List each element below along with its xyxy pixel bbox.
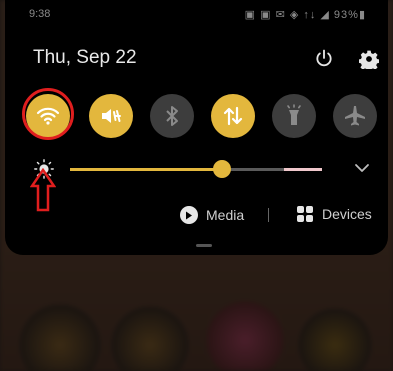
flashlight-icon xyxy=(287,104,301,125)
airplane-icon xyxy=(345,106,365,126)
tile-bluetooth[interactable] xyxy=(150,94,194,138)
brightness-slider-fill xyxy=(70,168,222,171)
media-button[interactable]: Media xyxy=(180,206,244,224)
devices-button[interactable]: Devices xyxy=(297,206,372,222)
brightness-slider-track[interactable] xyxy=(222,168,284,171)
tile-airplane[interactable] xyxy=(333,94,377,138)
play-icon xyxy=(180,206,198,224)
power-icon[interactable] xyxy=(314,48,334,68)
tile-flashlight[interactable] xyxy=(272,94,316,138)
devices-label: Devices xyxy=(322,206,372,222)
tile-sound[interactable] xyxy=(89,94,133,138)
chevron-down-icon[interactable] xyxy=(354,162,370,174)
sound-mute-icon xyxy=(102,109,121,123)
gear-icon[interactable] xyxy=(359,49,379,69)
status-icons: ▣ ▣ ✉ ◈ ↑↓ ◢ 93%▮ xyxy=(244,9,366,21)
date-label: Thu, Sep 22 xyxy=(33,47,137,68)
data-transfer-icon xyxy=(223,106,243,126)
brightness-slider-thumb[interactable] xyxy=(213,160,231,178)
bluetooth-icon xyxy=(166,106,178,126)
brightness-slider-track-end xyxy=(284,168,322,171)
status-bar: 9:38 ▣ ▣ ✉ ◈ ↑↓ ◢ 93%▮ xyxy=(5,0,388,28)
panel-drag-handle[interactable] xyxy=(196,244,212,247)
divider xyxy=(268,208,269,222)
highlight-annotation-ring xyxy=(22,88,74,140)
devices-grid-icon xyxy=(297,206,313,222)
media-label: Media xyxy=(206,207,245,223)
tile-mobile-data[interactable] xyxy=(211,94,255,138)
status-time: 9:38 xyxy=(29,8,51,20)
annotation-arrow-icon xyxy=(30,168,56,212)
